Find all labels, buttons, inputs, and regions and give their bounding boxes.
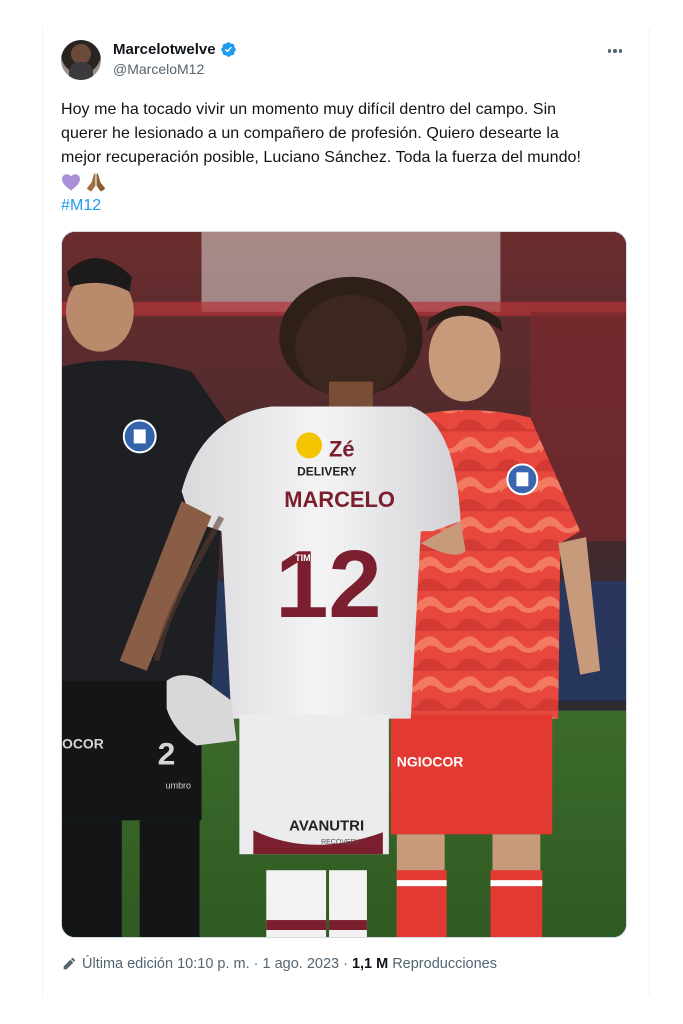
tweet-text-line-1: Hoy me ha tocado vivir un momento muy di… xyxy=(61,101,557,118)
keeper-number: 2 xyxy=(158,735,176,771)
display-name-row: Marcelotwelve xyxy=(113,41,237,58)
tweet-photo[interactable]: OCOR 2 umbro NGIOCOR Zé DELIVERY MARCELO… xyxy=(61,231,627,938)
tweet-header: Marcelotwelve @MarceloM12 xyxy=(61,40,631,84)
views-count: 1,1 M xyxy=(351,956,389,972)
separator: · xyxy=(343,956,348,972)
keeper-shorts-text: OCOR xyxy=(62,736,104,752)
tweet-text-line-2: querer he lesionado a un compañero de pr… xyxy=(61,125,559,142)
tweet-text: Hoy me ha tocado vivir un momento muy di… xyxy=(61,98,636,218)
edited-label[interactable]: Última edición 10:10 p. m. xyxy=(82,956,250,972)
avatar[interactable] xyxy=(61,40,101,80)
author-info: Marcelotwelve @MarceloM12 xyxy=(113,41,237,77)
purple-heart-icon xyxy=(62,174,80,191)
folded-hands-icon xyxy=(87,173,105,192)
keeper-kit-brand: umbro xyxy=(166,780,191,790)
shorts-sponsor: AVANUTRI xyxy=(289,817,364,834)
separator: · xyxy=(253,956,259,972)
shorts-sponsor-sub: RECOVERY xyxy=(321,839,360,846)
jersey-number: 12 xyxy=(275,531,381,638)
red-shorts-sponsor: NGIOCOR xyxy=(397,753,464,769)
views-label: Reproducciones xyxy=(392,956,497,972)
display-name[interactable]: Marcelotwelve xyxy=(113,41,216,58)
emoji-row xyxy=(61,170,636,194)
jersey-sponsor-sub: DELIVERY xyxy=(297,464,356,478)
tweet-card: Marcelotwelve @MarceloM12 Hoy me ha toca… xyxy=(42,28,650,996)
jersey-side-text: TIM xyxy=(295,553,310,563)
tweet-date[interactable]: 1 ago. 2023 xyxy=(262,956,339,972)
more-options-icon[interactable] xyxy=(603,42,627,60)
verified-badge-icon xyxy=(220,42,236,57)
pencil-icon xyxy=(63,957,76,970)
tweet-text-line-3: mejor recuperación posible, Luciano Sánc… xyxy=(61,149,581,166)
hashtag-link[interactable]: #M12 xyxy=(61,197,101,214)
author-handle[interactable]: @MarceloM12 xyxy=(113,61,237,77)
jersey-name: MARCELO xyxy=(284,487,395,512)
photo-players-handshake: OCOR 2 umbro NGIOCOR Zé DELIVERY MARCELO… xyxy=(62,232,626,937)
jersey-sponsor-top: Zé xyxy=(329,436,355,461)
tweet-footer: Última edición 10:10 p. m. · 1 ago. 2023… xyxy=(61,952,497,976)
